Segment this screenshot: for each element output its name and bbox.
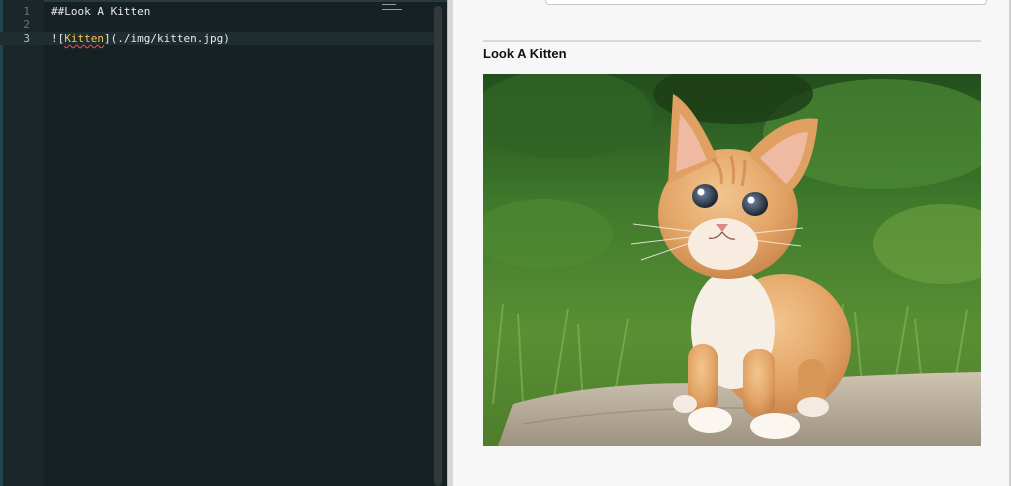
editor-top-border bbox=[0, 0, 447, 2]
editor-line-1[interactable]: 1 ##Look A Kitten bbox=[0, 5, 436, 18]
editor-line-3[interactable]: 3 ![Kitten](./img/kitten.jpg) bbox=[0, 32, 436, 45]
gutter-edge bbox=[0, 0, 3, 486]
image-syntax-suffix: ](./img/kitten.jpg) bbox=[104, 32, 230, 45]
line-number: 2 bbox=[23, 18, 30, 31]
preview-divider bbox=[483, 40, 981, 42]
line-number: 1 bbox=[23, 5, 30, 18]
editor-pane[interactable]: 1 ##Look A Kitten 2 3 ![Kitten](./img/ki… bbox=[0, 0, 447, 486]
kitten-illustration bbox=[483, 74, 981, 446]
line-text: ##Look A Kitten bbox=[51, 5, 151, 18]
line-number-gutter bbox=[0, 0, 44, 486]
preview-pane: Look A Kitten bbox=[453, 0, 1011, 486]
line-number: 3 bbox=[23, 32, 30, 45]
kitten-image bbox=[483, 74, 981, 446]
editor-scrollbar[interactable] bbox=[434, 6, 442, 486]
minimap[interactable] bbox=[380, 3, 410, 13]
preview-heading: Look A Kitten bbox=[483, 46, 567, 61]
image-alt-token: Kitten bbox=[64, 32, 104, 45]
markdown-editor-window: 1 ##Look A Kitten 2 3 ![Kitten](./img/ki… bbox=[0, 0, 1011, 486]
image-syntax-prefix: ![ bbox=[51, 32, 65, 45]
minimap-line bbox=[382, 4, 396, 5]
preview-address-bar[interactable] bbox=[545, 0, 987, 5]
line-text: ![Kitten](./img/kitten.jpg) bbox=[51, 32, 230, 45]
editor-line-2[interactable]: 2 bbox=[0, 18, 436, 31]
minimap-highlight bbox=[382, 9, 387, 10]
